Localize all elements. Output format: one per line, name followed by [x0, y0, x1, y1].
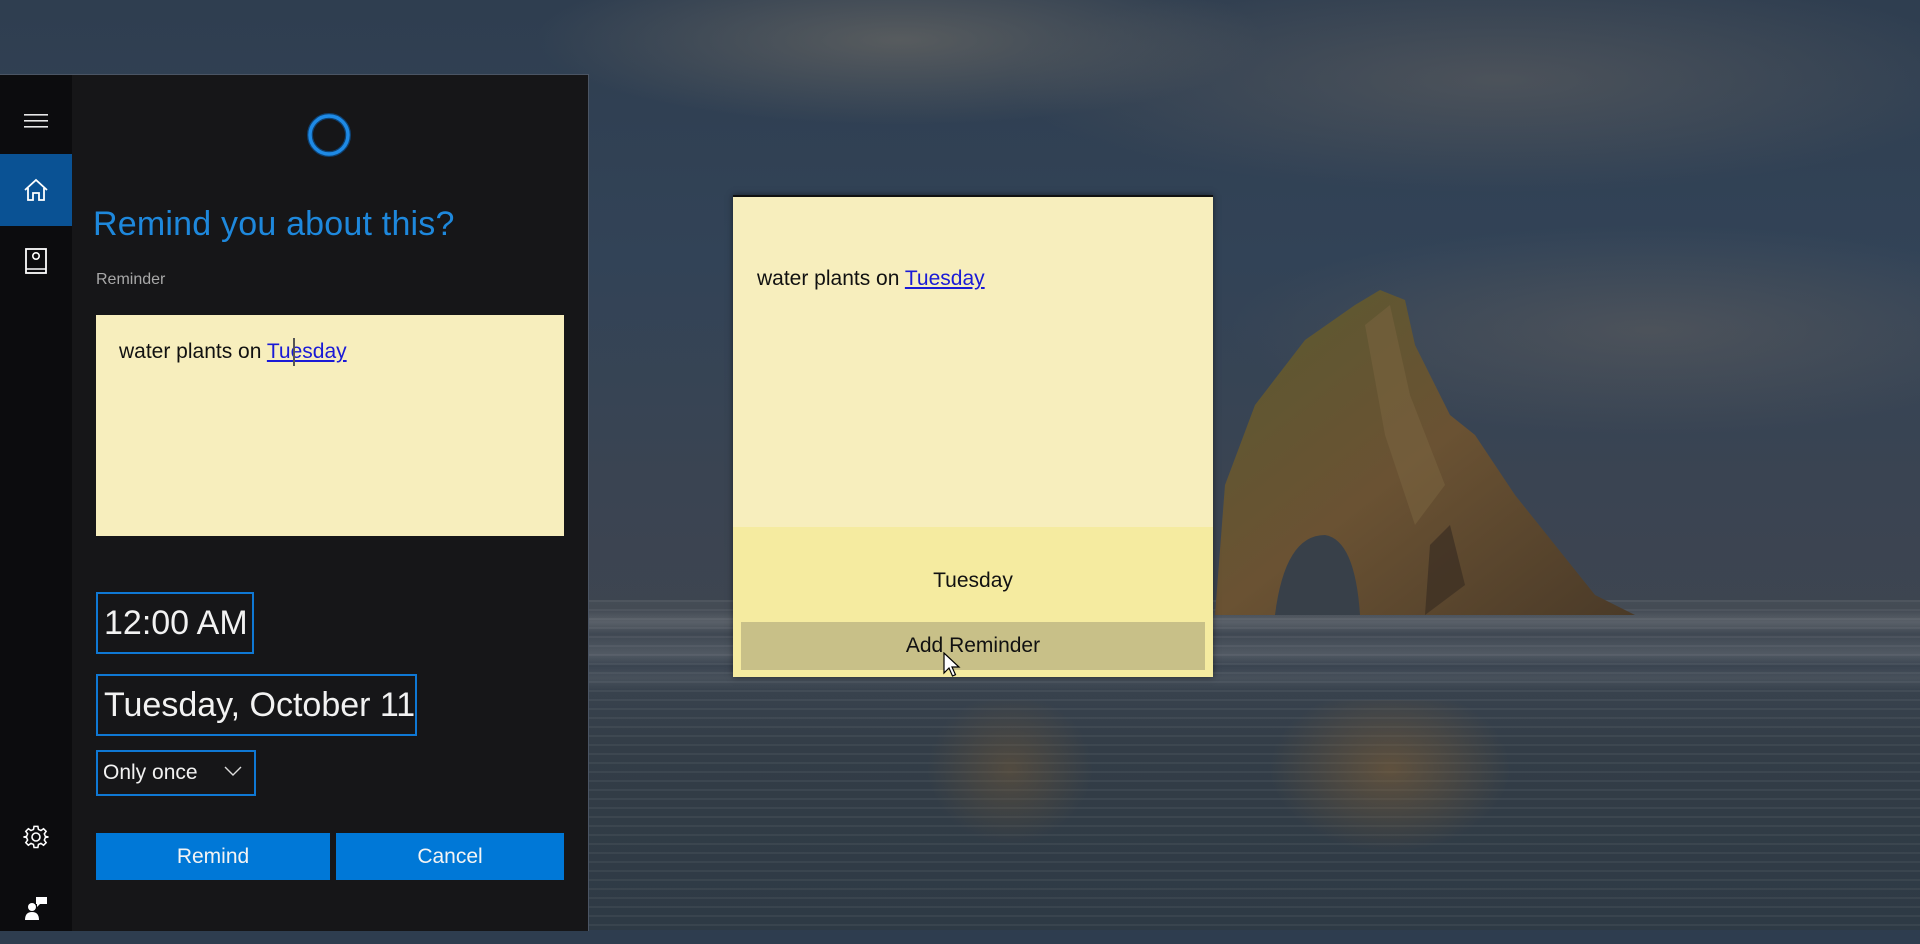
cortana-sidebar — [0, 75, 72, 931]
sticky-note-body: water plants on — [757, 267, 905, 290]
cortana-panel: Remind you about this? Reminder water pl… — [0, 74, 589, 931]
sidebar-item-home[interactable] — [0, 154, 72, 226]
sticky-note-text[interactable]: water plants on Tuesday — [757, 267, 985, 291]
wallpaper-reflection — [1210, 700, 1570, 930]
notebook-icon — [25, 248, 47, 274]
feedback-icon — [25, 897, 47, 920]
sidebar-item-feedback[interactable] — [0, 872, 72, 944]
gear-icon — [23, 825, 49, 849]
wallpaper-reflection-2 — [880, 700, 1140, 930]
text-caret — [292, 338, 295, 366]
cancel-button[interactable]: Cancel — [336, 833, 564, 880]
sticky-insight-panel: Tuesday Add Reminder — [733, 527, 1213, 677]
sticky-note-day-link[interactable]: Tuesday — [905, 267, 985, 290]
reminder-text: water plants on — [119, 340, 267, 363]
wallpaper-rock-arch — [1215, 290, 1635, 615]
sidebar-item-settings[interactable] — [0, 801, 72, 873]
hamburger-menu-icon — [24, 114, 48, 128]
cortana-content: Remind you about this? Reminder water pl… — [72, 75, 588, 931]
sidebar-item-menu[interactable] — [0, 85, 72, 157]
date-picker[interactable]: Tuesday, October 11 — [96, 674, 417, 736]
reminder-day-link[interactable]: Tuesday — [266, 338, 347, 366]
page-title: Remind you about this? — [93, 205, 455, 243]
sticky-note[interactable]: water plants on Tuesday Tuesday Add Remi… — [733, 195, 1213, 677]
remind-button[interactable]: Remind — [96, 833, 330, 880]
repeat-dropdown-value: Only once — [103, 761, 198, 784]
chevron-down-icon — [224, 766, 242, 776]
reminder-text-input[interactable]: water plants on Tuesday — [96, 315, 564, 536]
home-icon — [24, 178, 48, 201]
repeat-dropdown[interactable]: Only once — [96, 750, 256, 796]
reminder-label: Reminder — [96, 271, 166, 288]
reminder-day-link-text: Tuesday — [266, 340, 347, 363]
time-picker[interactable]: 12:00 AM — [96, 592, 254, 654]
detected-day: Tuesday — [933, 569, 1013, 592]
cortana-logo-icon — [307, 113, 351, 157]
mouse-pointer-icon — [943, 652, 961, 677]
add-reminder-button[interactable]: Add Reminder — [741, 622, 1205, 670]
sidebar-item-notebook[interactable] — [0, 225, 72, 297]
